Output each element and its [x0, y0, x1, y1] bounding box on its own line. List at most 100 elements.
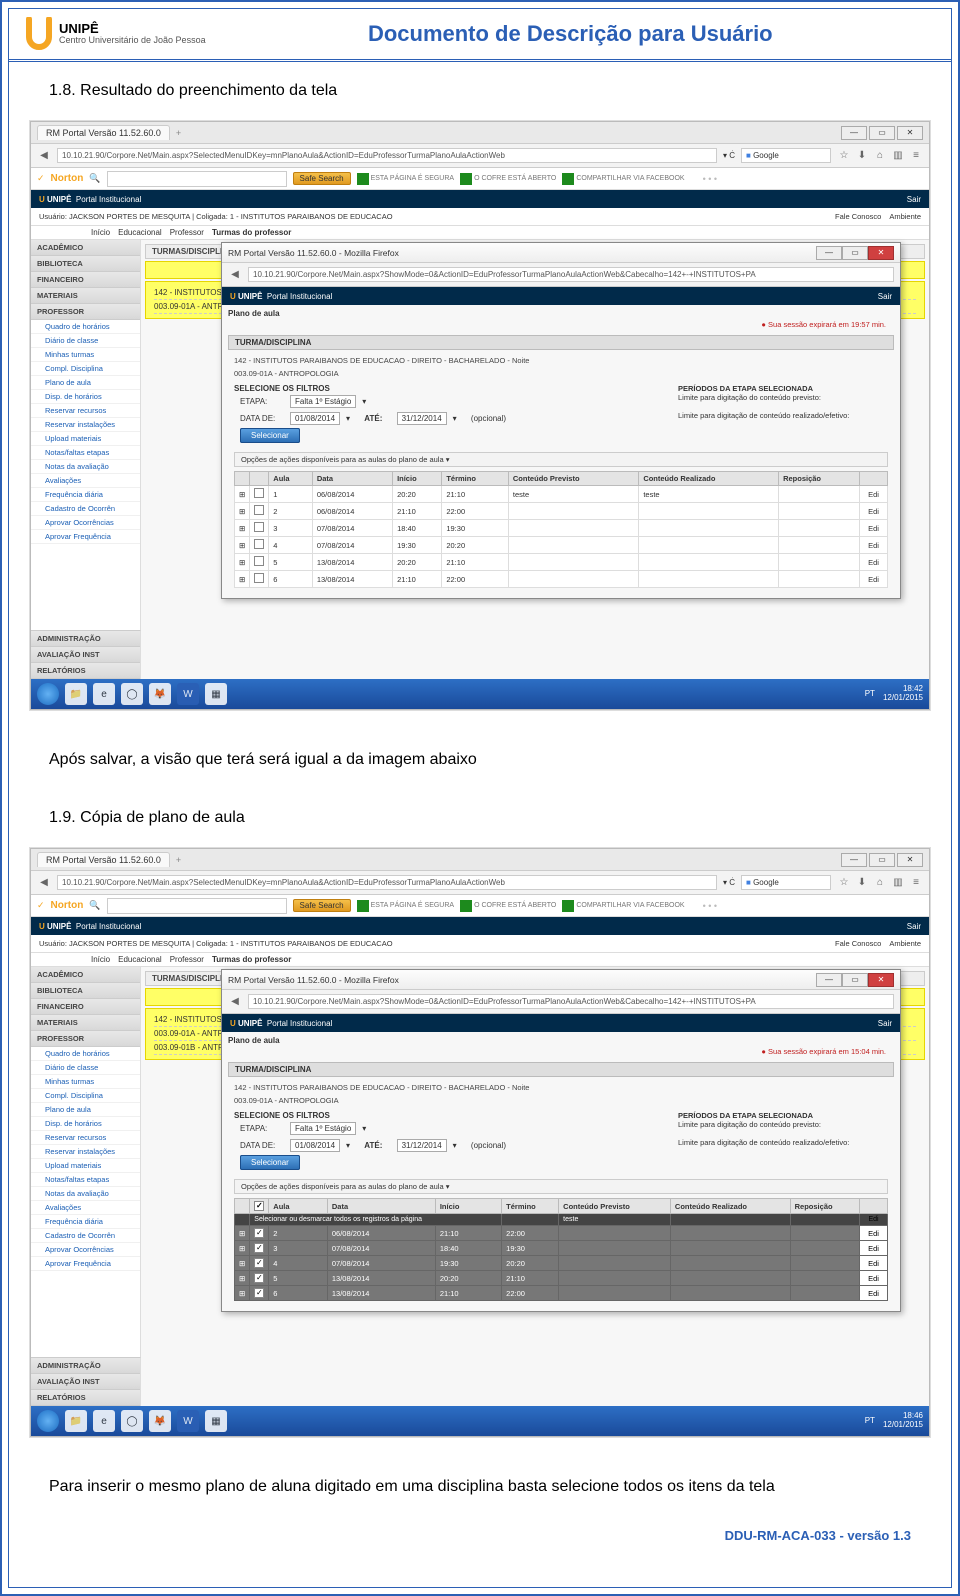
table-row[interactable]: ⊞613/08/201421:1022:00Edi [235, 1286, 888, 1301]
sidebar-item[interactable]: Frequência diária [31, 1215, 140, 1229]
popup-close[interactable]: ✕ [868, 246, 894, 260]
start-icon[interactable] [37, 683, 59, 705]
logo: UNIPÊCentro Universitário de João Pessoa [25, 17, 206, 51]
popup-url[interactable]: 10.10.21.90/Corpore.Net/Main.aspx?ShowMo… [248, 267, 894, 282]
section-number: 1.8. [49, 82, 76, 99]
sidebar-item[interactable]: Notas/faltas etapas [31, 446, 140, 460]
data-de-input[interactable]: 01/08/2014 [290, 412, 340, 425]
table-row[interactable]: ⊞407/08/201419:3020:20Edi [235, 1256, 888, 1271]
sidebar-item[interactable]: Diário de classe [31, 334, 140, 348]
popup-min[interactable]: — [816, 246, 842, 260]
sidebar-item[interactable]: Avaliações [31, 474, 140, 488]
sidebar-item[interactable]: Disp. de horários [31, 390, 140, 404]
sidebar: ACADÊMICO BIBLIOTECA FINANCEIRO MATERIAI… [31, 240, 141, 630]
sidebar-item[interactable]: Frequência diária [31, 488, 140, 502]
footer-code: DDU-RM-ACA-033 - versão 1.3 [9, 1516, 951, 1547]
selecionar-button[interactable]: Selecionar [240, 428, 300, 443]
table-row[interactable]: ⊞613/08/201421:1022:00Edi [235, 571, 888, 588]
section-1-8: 1.8. Resultado do preenchimento da tela [9, 62, 951, 120]
download-icon[interactable]: ⬇ [855, 149, 869, 163]
table-row[interactable]: ⊞307/08/201418:4019:30Edi [235, 1241, 888, 1256]
unipe-logo-icon [25, 17, 53, 51]
table-row[interactable]: ⊞206/08/201421:1022:00Edi [235, 1226, 888, 1241]
caption-2: Para inserir o mesmo plano de aluna digi… [9, 1458, 951, 1516]
sidebar-item[interactable]: Notas da avaliação [31, 1187, 140, 1201]
close-button[interactable]: ✕ [897, 126, 923, 140]
sair-link[interactable]: Sair [907, 195, 921, 204]
word-icon[interactable]: W [177, 683, 199, 705]
back-icon[interactable]: ◀ [37, 149, 51, 163]
aulas-table-selected: AulaData InícioTérmino Conteúdo Previsto… [234, 1198, 888, 1301]
aulas-table: AulaData InícioTérmino Conteúdo Previsto… [234, 471, 888, 588]
fale-conosco-link[interactable]: Fale Conosco [835, 212, 881, 221]
logo-subtitle: Centro Universitário de João Pessoa [59, 35, 206, 45]
sidebar-item[interactable]: Minhas turmas [31, 348, 140, 362]
sidebar-item[interactable]: Cadastro de Ocorrên [31, 502, 140, 516]
sidebar-item[interactable]: Aprovar Ocorrências [31, 1243, 140, 1257]
table-row[interactable]: ⊞513/08/201420:2021:10Edi [235, 554, 888, 571]
star-icon[interactable]: ☆ [837, 149, 851, 163]
sidebar-item[interactable]: Compl. Disciplina [31, 1089, 140, 1103]
address-bar[interactable]: 10.10.21.90/Corpore.Net/Main.aspx?Select… [57, 148, 717, 163]
explorer-icon[interactable]: 📁 [65, 683, 87, 705]
max-button[interactable]: ▭ [869, 126, 895, 140]
sidebar-item[interactable]: Compl. Disciplina [31, 362, 140, 376]
sidebar-item[interactable]: Reservar recursos [31, 404, 140, 418]
ate-input[interactable]: 31/12/2014 [397, 412, 447, 425]
taskbar: 📁 e ◯ 🦊 W ▦ PT 18:42 12/01/2015 [31, 679, 929, 709]
sidebar-item[interactable]: Notas da avaliação [31, 460, 140, 474]
chrome-icon[interactable]: ◯ [121, 683, 143, 705]
popup-max[interactable]: ▭ [842, 246, 868, 260]
search-engine-field[interactable]: ■ Google [741, 148, 831, 163]
app-icon[interactable]: ▦ [205, 683, 227, 705]
sidebar-item[interactable]: Upload materiais [31, 1159, 140, 1173]
sidebar-item[interactable]: Quadro de horários [31, 320, 140, 334]
breadcrumb: Início Educacional Professor Turmas do p… [31, 226, 929, 240]
sidebar-item[interactable]: Reservar instalações [31, 418, 140, 432]
table-row[interactable]: ⊞206/08/201421:1022:00Edi [235, 503, 888, 520]
main-content: TURMAS/DISCIPLINA 142 - INSTITUTOS PARA … [141, 240, 929, 630]
norton-search-icon: 🔍 [89, 173, 100, 184]
panel-icon[interactable]: ▥ [891, 149, 905, 163]
clock: 18:42 12/01/2015 [883, 685, 923, 703]
table-row[interactable]: ⊞307/08/201418:4019:30Edi [235, 520, 888, 537]
browser-tab[interactable]: RM Portal Versão 11.52.60.0 [37, 125, 170, 140]
sidebar-item[interactable]: Plano de aula [31, 376, 140, 390]
popup-window: RM Portal Versão 11.52.60.0 - Mozilla Fi… [221, 242, 901, 599]
lang-indicator[interactable]: PT [865, 690, 875, 699]
sidebar-item[interactable]: Quadro de horários [31, 1047, 140, 1061]
screenshot-1: RM Portal Versão 11.52.60.0+ —▭✕ ◀ 10.10… [29, 120, 931, 711]
sidebar-item[interactable]: Plano de aula [31, 1103, 140, 1117]
etapa-select[interactable]: Falta 1º Estágio [290, 395, 356, 408]
sidebar-item[interactable]: Minhas turmas [31, 1075, 140, 1089]
ambiente-link[interactable]: Ambiente [889, 212, 921, 221]
popup-title: RM Portal Versão 11.52.60.0 - Mozilla Fi… [228, 248, 399, 258]
firefox-icon[interactable]: 🦊 [149, 683, 171, 705]
sidebar-item[interactable]: Avaliações [31, 1201, 140, 1215]
table-row[interactable]: ⊞513/08/201420:2021:10Edi [235, 1271, 888, 1286]
sidebar-item[interactable]: Aprovar Frequência [31, 530, 140, 544]
sidebar-item[interactable]: Upload materiais [31, 432, 140, 446]
ie-icon[interactable]: e [93, 683, 115, 705]
menu-icon[interactable]: ≡ [909, 149, 923, 163]
sidebar-item[interactable]: Aprovar Frequência [31, 1257, 140, 1271]
new-tab-button[interactable]: + [176, 128, 181, 138]
min-button[interactable]: — [841, 126, 867, 140]
table-row[interactable]: ⊞407/08/201419:3020:20Edi [235, 537, 888, 554]
sidebar-item[interactable]: Reservar recursos [31, 1131, 140, 1145]
browser-window: RM Portal Versão 11.52.60.0+ —▭✕ ◀ 10.10… [30, 121, 930, 710]
section-number-2: 1.9. [49, 809, 76, 826]
table-row[interactable]: ⊞106/08/201420:2021:10testetesteEdi [235, 486, 888, 503]
sidebar-item[interactable]: Diário de classe [31, 1061, 140, 1075]
norton-search-input[interactable] [107, 171, 287, 187]
safe-search-button[interactable]: Safe Search [293, 172, 351, 185]
reload-icon[interactable]: ▾ Ċ [723, 151, 735, 160]
screenshot-2: RM Portal Versão 11.52.60.0+ —▭✕ ◀10.10.… [29, 847, 931, 1438]
sidebar-item[interactable]: Cadastro de Ocorrên [31, 1229, 140, 1243]
sidebar-item[interactable]: Reservar instalações [31, 1145, 140, 1159]
section-title: Resultado do preenchimento da tela [80, 82, 337, 99]
home-icon[interactable]: ⌂ [873, 149, 887, 163]
sidebar-item[interactable]: Notas/faltas etapas [31, 1173, 140, 1187]
sidebar-item[interactable]: Aprovar Ocorrências [31, 516, 140, 530]
sidebar-item[interactable]: Disp. de horários [31, 1117, 140, 1131]
